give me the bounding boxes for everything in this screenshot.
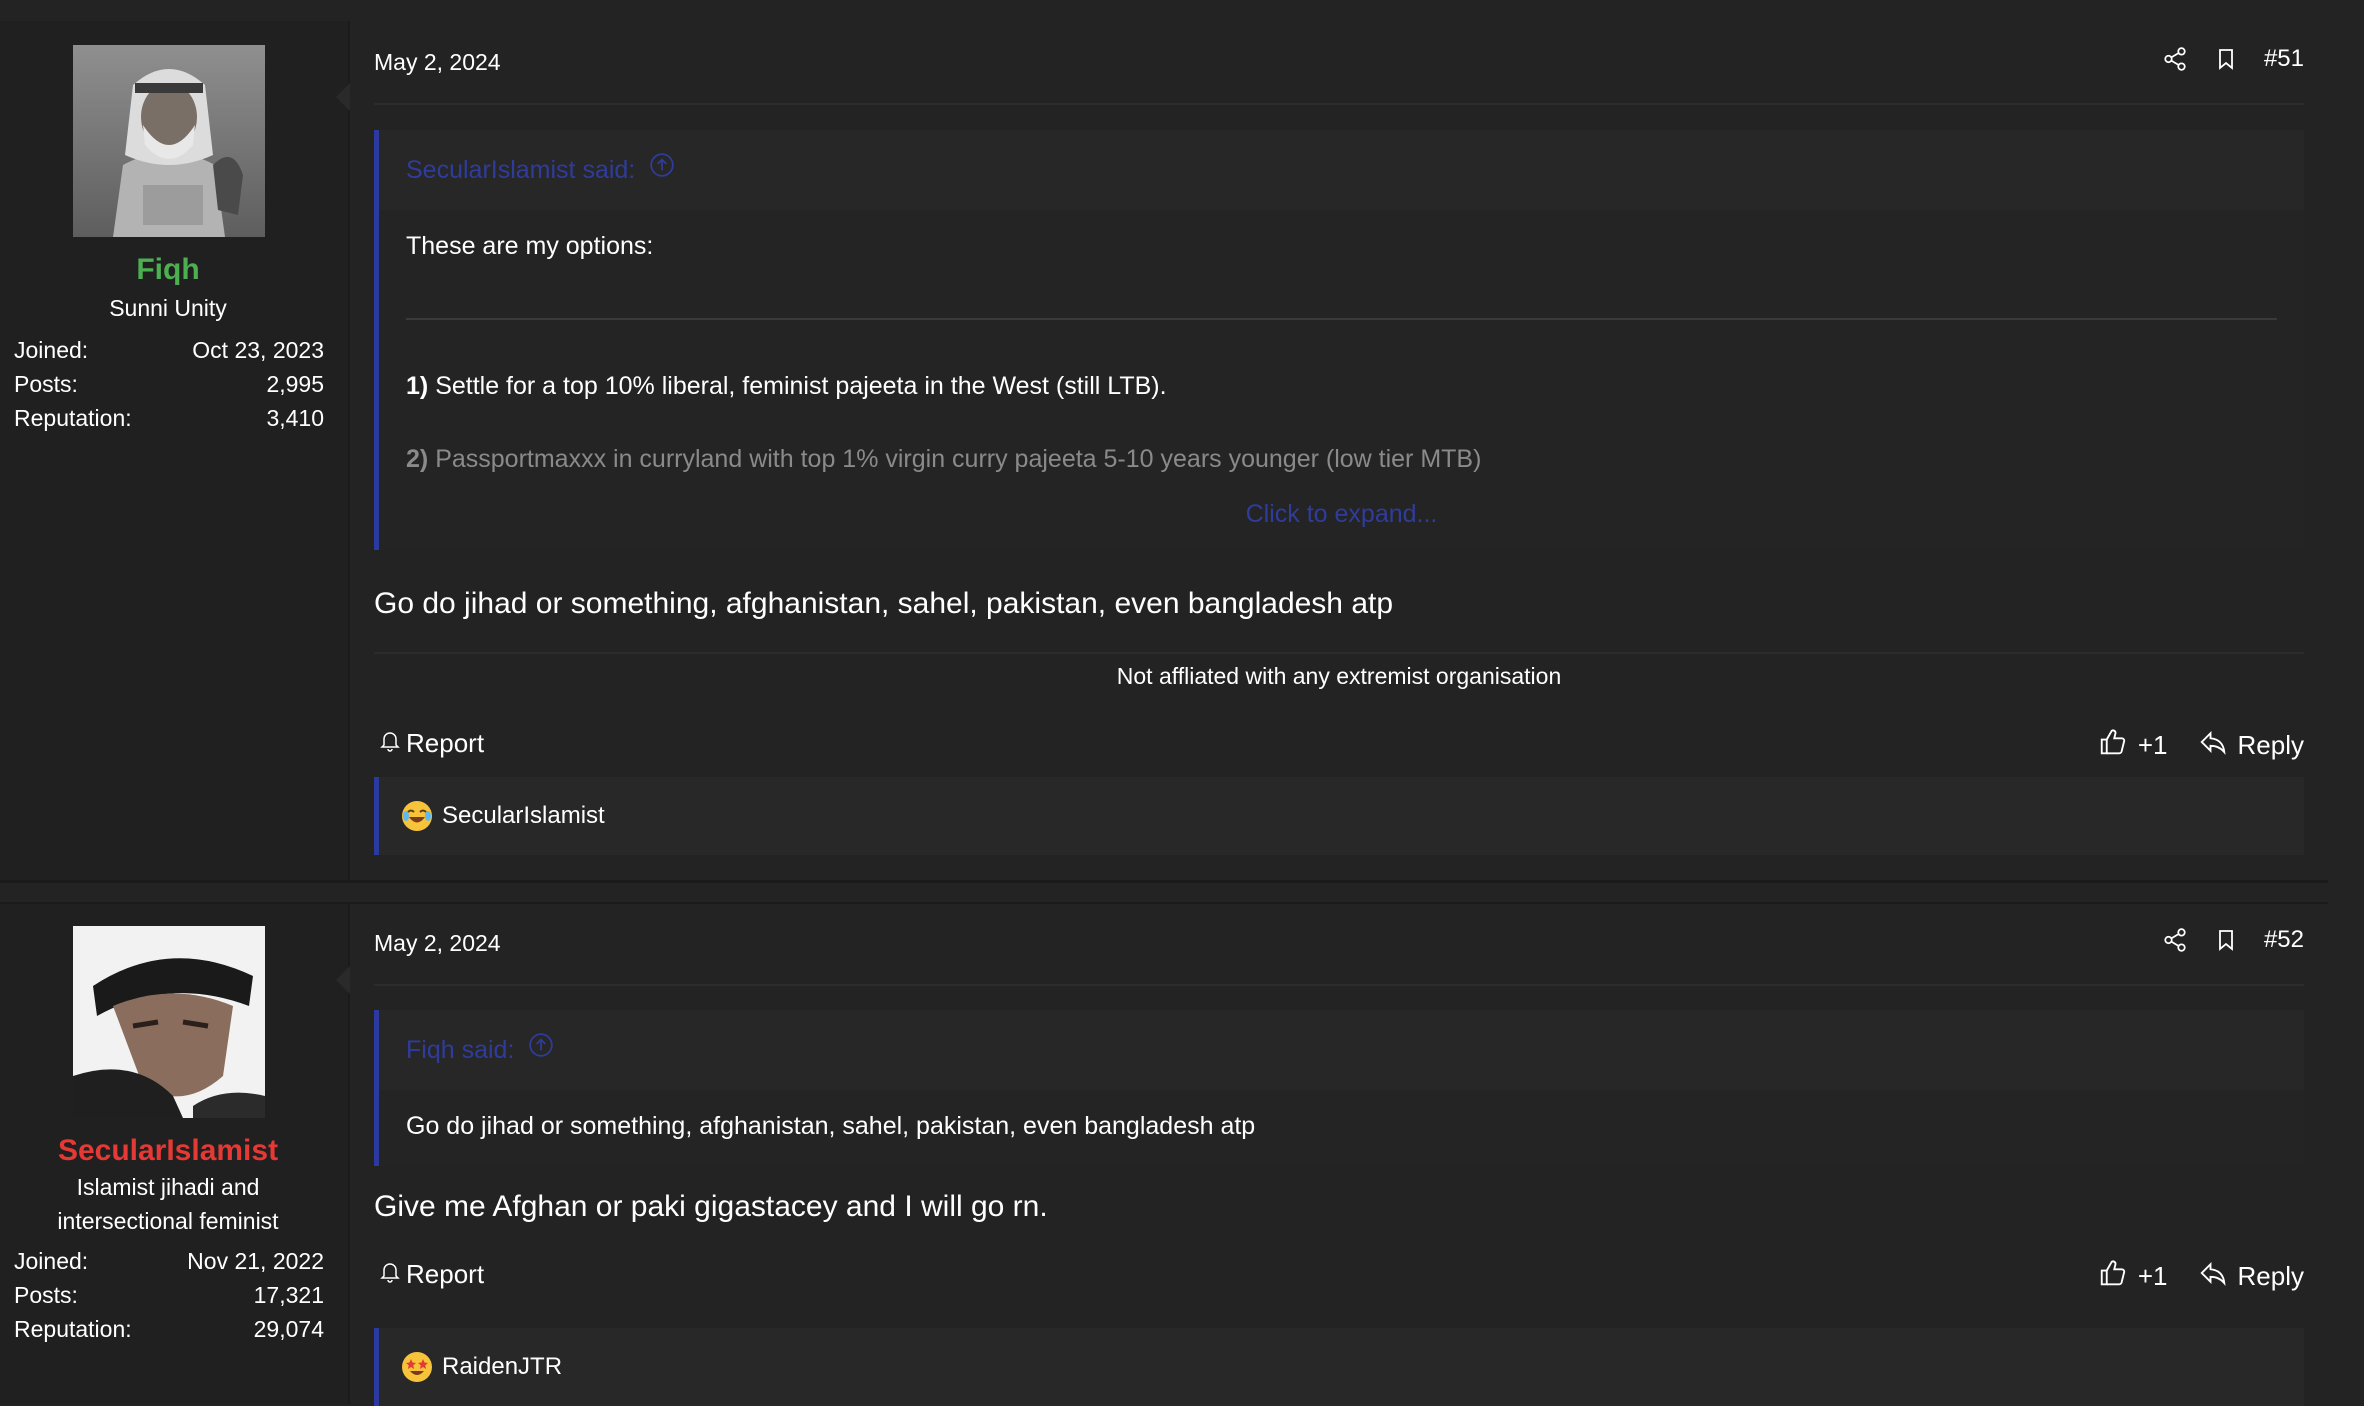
- post-actions: +1 Reply: [2098, 1258, 2304, 1295]
- stat-label: Reputation:: [14, 405, 132, 431]
- quote-author: Fiqh said:: [406, 1036, 515, 1064]
- thumbs-up-icon: [2098, 727, 2128, 764]
- stat-label: Joined:: [14, 1248, 89, 1274]
- bell-icon: [378, 1258, 402, 1291]
- stat-label: Joined:: [14, 337, 89, 363]
- arrow-up-circle-icon: [528, 1010, 554, 1090]
- thread-top-band: [0, 0, 2328, 23]
- quote-block: Fiqh said: Go do jihad or something, afg…: [374, 1010, 2304, 1166]
- list-number: 2): [406, 445, 429, 473]
- post-date[interactable]: May 2, 2024: [374, 49, 501, 76]
- like-count: +1: [2137, 1261, 2168, 1291]
- list-number: 1): [406, 372, 429, 400]
- reactions-bar[interactable]: SecularIslamist: [374, 777, 2304, 855]
- quote-line: 1) Settle for a top 10% liberal, feminis…: [406, 372, 1167, 401]
- list-text: Settle for a top 10% liberal, feminist p…: [435, 372, 1167, 400]
- reply-label: Reply: [2237, 730, 2304, 760]
- quote-separator: [406, 318, 2277, 320]
- stat-value: 3,410: [266, 405, 324, 431]
- report-label: Report: [406, 1259, 485, 1289]
- quote-content: Go do jihad or something, afghanistan, s…: [379, 1090, 2304, 1166]
- reply-button[interactable]: Reply: [2198, 727, 2304, 764]
- report-label: Report: [406, 728, 485, 758]
- stat-value: 29,074: [253, 1316, 324, 1342]
- user-arrow: [336, 83, 350, 111]
- user-stats: Joined: Oct 23, 2023 Posts: 2,995 Reputa…: [14, 333, 324, 435]
- header-divider: [374, 103, 2304, 105]
- reactions-bar[interactable]: RaidenJTR: [374, 1328, 2304, 1406]
- post-52: SecularIslamist Islamist jihadi and inte…: [0, 902, 2328, 1406]
- star-struck-emoji-icon: [401, 1351, 433, 1383]
- reaction-user[interactable]: RaidenJTR: [442, 1353, 562, 1381]
- stat-joined: Joined: Nov 21, 2022: [14, 1244, 324, 1278]
- share-icon[interactable]: [2162, 46, 2188, 72]
- quote-author-link[interactable]: Fiqh said:: [406, 1010, 554, 1090]
- thumbs-up-icon: [2098, 1258, 2128, 1295]
- user-title: Islamist jihadi and intersectional femin…: [0, 1170, 336, 1238]
- quote-content: These are my options: 1) Settle for a to…: [379, 210, 2304, 550]
- user-title-line: intersectional feminist: [57, 1208, 279, 1234]
- post-51: Fiqh Sunni Unity Joined: Oct 23, 2023 Po…: [0, 21, 2328, 883]
- like-button[interactable]: +1: [2098, 727, 2168, 764]
- post-number[interactable]: #51: [2264, 45, 2304, 73]
- stat-value: 17,321: [253, 1282, 324, 1308]
- post-body: Give me Afghan or paki gigastacey and I …: [374, 1190, 1048, 1223]
- stat-posts: Posts: 2,995: [14, 367, 324, 401]
- share-icon[interactable]: [2162, 927, 2188, 953]
- stat-reputation: Reputation: 29,074: [14, 1312, 324, 1346]
- list-text: Passportmaxxx in curryland with top 1% v…: [435, 445, 1482, 473]
- quote-line: Go do jihad or something, afghanistan, s…: [406, 1112, 1256, 1140]
- laughing-crying-emoji-icon: [401, 800, 433, 832]
- arrow-up-circle-icon: [649, 130, 675, 210]
- user-info-column: Fiqh Sunni Unity Joined: Oct 23, 2023 Po…: [0, 21, 350, 880]
- header-divider: [374, 984, 2304, 986]
- username[interactable]: Fiqh: [0, 253, 336, 287]
- report-button[interactable]: Report: [378, 727, 484, 760]
- stat-value: Nov 21, 2022: [187, 1248, 324, 1274]
- reply-button[interactable]: Reply: [2198, 1258, 2304, 1295]
- quote-header: SecularIslamist said:: [379, 130, 2304, 210]
- user-stats: Joined: Nov 21, 2022 Posts: 17,321 Reput…: [14, 1244, 324, 1346]
- user-info-column: SecularIslamist Islamist jihadi and inte…: [0, 904, 350, 1404]
- stat-posts: Posts: 17,321: [14, 1278, 324, 1312]
- post-actions: +1 Reply: [2098, 727, 2304, 764]
- user-arrow: [336, 966, 350, 994]
- stat-reputation: Reputation: 3,410: [14, 401, 324, 435]
- post-body: Go do jihad or something, afghanistan, s…: [374, 587, 1394, 620]
- post-tools: #51: [2162, 45, 2304, 73]
- user-title: Sunni Unity: [109, 295, 227, 321]
- quote-author-link[interactable]: SecularIslamist said:: [406, 130, 675, 210]
- reply-icon: [2198, 1258, 2228, 1295]
- bell-icon: [378, 727, 402, 760]
- like-count: +1: [2137, 730, 2168, 760]
- stat-label: Posts:: [14, 371, 78, 397]
- post-number[interactable]: #52: [2264, 926, 2304, 954]
- stat-label: Posts:: [14, 1282, 78, 1308]
- reply-icon: [2198, 727, 2228, 764]
- quote-block: SecularIslamist said: These are my optio…: [374, 130, 2304, 550]
- quote-line: 2) Passportmaxxx in curryland with top 1…: [406, 445, 1481, 474]
- avatar[interactable]: [73, 45, 265, 237]
- quote-header: Fiqh said:: [379, 1010, 2304, 1090]
- click-to-expand[interactable]: Click to expand...: [379, 500, 2304, 529]
- like-button[interactable]: +1: [2098, 1258, 2168, 1295]
- signature: Not affliated with any extremist organis…: [1116, 663, 1562, 689]
- reaction-user[interactable]: SecularIslamist: [442, 802, 605, 830]
- avatar[interactable]: [73, 926, 265, 1118]
- report-button[interactable]: Report: [378, 1258, 484, 1291]
- quote-line: These are my options:: [406, 232, 654, 260]
- bookmark-icon[interactable]: [2214, 927, 2238, 953]
- stat-label: Reputation:: [14, 1316, 132, 1342]
- post-date[interactable]: May 2, 2024: [374, 930, 501, 957]
- post-tools: #52: [2162, 926, 2304, 954]
- username[interactable]: SecularIslamist: [0, 1134, 336, 1168]
- user-title-line: Islamist jihadi and: [76, 1174, 260, 1200]
- stat-value: Oct 23, 2023: [192, 337, 324, 363]
- quote-author: SecularIslamist said:: [406, 156, 636, 184]
- bookmark-icon[interactable]: [2214, 46, 2238, 72]
- reply-label: Reply: [2237, 1261, 2304, 1291]
- stat-joined: Joined: Oct 23, 2023: [14, 333, 324, 367]
- signature-divider: [374, 652, 2304, 654]
- stat-value: 2,995: [266, 371, 324, 397]
